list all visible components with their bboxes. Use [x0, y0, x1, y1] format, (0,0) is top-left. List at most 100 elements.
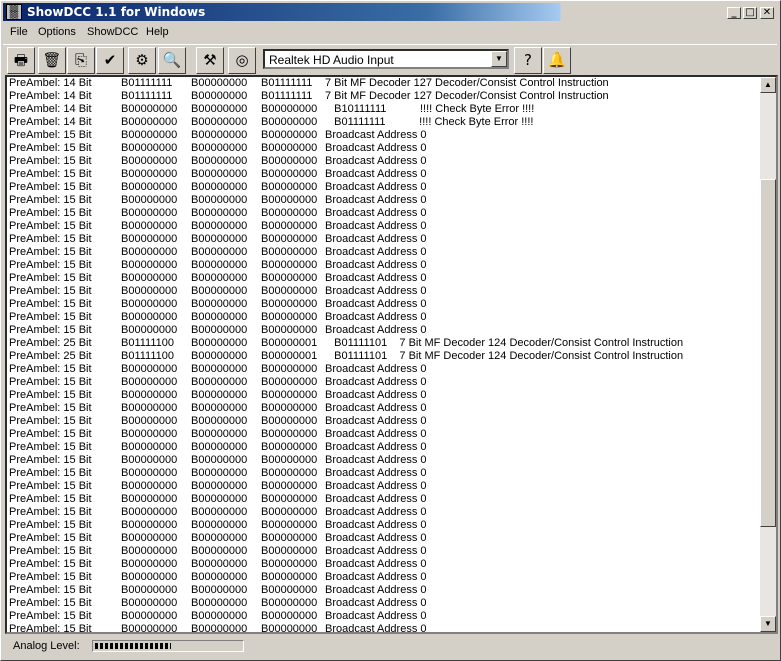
list-item[interactable]: PreAmbel: 15 Bit B00000000 B00000000 B00000… — [7, 233, 762, 246]
byte1-cell: B00000000 — [121, 376, 178, 388]
delete-button[interactable]: 🗑 — [38, 47, 66, 74]
list-item[interactable]: PreAmbel: 15 Bit B00000000 B00000000 B00000… — [7, 441, 762, 454]
find-button[interactable]: 🔍 — [158, 47, 186, 74]
list-item[interactable]: PreAmbel: 15 Bit B00000000 B00000000 B00000… — [7, 207, 762, 220]
scroll-up-button[interactable]: ▲ — [760, 77, 776, 93]
byte1-cell: B00000000 — [121, 545, 178, 557]
decoded-cell: Broadcast Address 0 — [325, 545, 427, 557]
list-item[interactable]: PreAmbel: 14 Bit B01111111 B00000000 B01111… — [7, 77, 762, 90]
list-item[interactable]: PreAmbel: 15 Bit B00000000 B00000000 B00000… — [7, 571, 762, 584]
list-item[interactable]: PreAmbel: 15 Bit B00000000 B00000000 B00000… — [7, 194, 762, 207]
list-item[interactable]: PreAmbel: 15 Bit B00000000 B00000000 B00000… — [7, 259, 762, 272]
byte3-cell: B00000000 — [261, 220, 318, 232]
preamble-cell: PreAmbel: 15 Bit — [9, 181, 92, 193]
byte1-cell: B00000000 — [121, 285, 178, 297]
byte3-cell: B00000000 — [261, 441, 318, 453]
byte1-cell: B00000000 — [121, 272, 178, 284]
list-item[interactable]: PreAmbel: 15 Bit B00000000 B00000000 B00000… — [7, 246, 762, 259]
menu-showdcc[interactable]: ShowDCC — [87, 26, 138, 38]
chevron-down-icon[interactable]: ▼ — [491, 51, 507, 67]
close-button[interactable]: ✕ — [760, 7, 774, 19]
byte2-cell: B00000000 — [191, 207, 248, 219]
list-item[interactable]: PreAmbel: 15 Bit B00000000 B00000000 B00000… — [7, 298, 762, 311]
list-item[interactable]: PreAmbel: 15 Bit B00000000 B00000000 B00000… — [7, 285, 762, 298]
packet-log-list[interactable]: PreAmbel: 14 Bit B01111111 B00000000 B01111… — [5, 75, 778, 634]
hardware-icon: ⚒ — [203, 51, 217, 69]
scroll-down-button[interactable]: ▼ — [760, 616, 776, 632]
audio-input-select[interactable]: Realtek HD Audio Input ▼ — [263, 49, 509, 69]
list-item[interactable]: PreAmbel: 15 Bit B00000000 B00000000 B00000… — [7, 402, 762, 415]
list-item[interactable]: PreAmbel: 15 Bit B00000000 B00000000 B00000… — [7, 142, 762, 155]
list-item[interactable]: PreAmbel: 15 Bit B00000000 B00000000 B00000… — [7, 272, 762, 285]
list-item[interactable]: PreAmbel: 25 Bit B01111100 B00000000 B00000… — [7, 337, 762, 350]
decoded-cell: Broadcast Address 0 — [325, 480, 427, 492]
tools-button[interactable]: ⚙ — [128, 47, 156, 74]
preamble-cell: PreAmbel: 15 Bit — [9, 207, 92, 219]
list-item[interactable]: PreAmbel: 15 Bit B00000000 B00000000 B00000… — [7, 610, 762, 623]
list-item[interactable]: PreAmbel: 15 Bit B00000000 B00000000 B00000… — [7, 155, 762, 168]
list-item[interactable]: PreAmbel: 15 Bit B00000000 B00000000 B00000… — [7, 623, 762, 634]
copy-button[interactable]: ⎘ — [67, 47, 95, 74]
list-item[interactable]: PreAmbel: 15 Bit B00000000 B00000000 B00000… — [7, 519, 762, 532]
app-icon[interactable]: ▒▒ ▒▒ — [6, 4, 22, 20]
byte3-cell: B00000000 — [261, 597, 318, 609]
byte3-cell: B01111111 — [261, 90, 313, 102]
list-item[interactable]: PreAmbel: 15 Bit B00000000 B00000000 B00000… — [7, 181, 762, 194]
hardware-button[interactable]: ⚒ — [196, 47, 224, 74]
byte1-cell: B00000000 — [121, 155, 178, 167]
title-bar[interactable]: ▒▒ ▒▒ ShowDCC 1.1 for Windows _ □ ✕ — [3, 3, 777, 21]
preamble-cell: PreAmbel: 15 Bit — [9, 415, 92, 427]
print-button[interactable]: 🖶 — [7, 47, 35, 74]
decoded-cell: Broadcast Address 0 — [325, 363, 427, 375]
help-button[interactable]: ? — [514, 47, 542, 74]
list-item[interactable]: PreAmbel: 15 Bit B00000000 B00000000 B00000… — [7, 493, 762, 506]
list-item[interactable]: PreAmbel: 15 Bit B00000000 B00000000 B00000… — [7, 129, 762, 142]
byte1-cell: B00000000 — [121, 623, 178, 634]
vertical-scrollbar[interactable]: ▲ ▼ — [760, 77, 776, 632]
menu-file[interactable]: File — [10, 26, 28, 38]
byte3-cell: B00000000 — [261, 493, 318, 505]
list-item[interactable]: PreAmbel: 14 Bit B01111111 B00000000 B01111… — [7, 90, 762, 103]
list-item[interactable]: PreAmbel: 15 Bit B00000000 B00000000 B00000… — [7, 363, 762, 376]
list-item[interactable]: PreAmbel: 15 Bit B00000000 B00000000 B00000… — [7, 480, 762, 493]
list-item[interactable]: PreAmbel: 15 Bit B00000000 B00000000 B00000… — [7, 558, 762, 571]
list-item[interactable]: PreAmbel: 14 Bit B00000000 B00000000 B00000… — [7, 116, 762, 129]
minimize-button[interactable]: _ — [727, 7, 741, 19]
byte1-cell: B00000000 — [121, 233, 178, 245]
decoded-cell: Broadcast Address 0 — [325, 467, 427, 479]
list-item[interactable]: PreAmbel: 25 Bit B01111100 B00000000 B00000… — [7, 350, 762, 363]
list-item[interactable]: PreAmbel: 15 Bit B00000000 B00000000 B00000… — [7, 220, 762, 233]
byte1-cell: B00000000 — [121, 116, 178, 128]
byte3-cell: B00000000 — [261, 311, 318, 323]
maximize-button[interactable]: □ — [743, 7, 757, 19]
scroll-thumb[interactable] — [760, 179, 776, 527]
decoded-cell: Broadcast Address 0 — [325, 324, 427, 336]
decoded-cell: 7 Bit MF Decoder 127 Decoder/Consist Con… — [325, 77, 609, 89]
record-button[interactable]: ◎ — [228, 47, 256, 74]
byte1-cell: B00000000 — [121, 103, 178, 115]
list-item[interactable]: PreAmbel: 15 Bit B00000000 B00000000 B00000… — [7, 389, 762, 402]
list-item[interactable]: PreAmbel: 15 Bit B00000000 B00000000 B00000… — [7, 467, 762, 480]
list-item[interactable]: PreAmbel: 15 Bit B00000000 B00000000 B00000… — [7, 597, 762, 610]
list-item[interactable]: PreAmbel: 15 Bit B00000000 B00000000 B00000… — [7, 454, 762, 467]
list-item[interactable]: PreAmbel: 15 Bit B00000000 B00000000 B00000… — [7, 584, 762, 597]
list-item[interactable]: PreAmbel: 15 Bit B00000000 B00000000 B00000… — [7, 428, 762, 441]
accept-button[interactable]: ✔ — [96, 47, 124, 74]
menu-options[interactable]: Options — [38, 26, 76, 38]
list-item[interactable]: PreAmbel: 15 Bit B00000000 B00000000 B00000… — [7, 532, 762, 545]
menu-help[interactable]: Help — [146, 26, 169, 38]
list-item[interactable]: PreAmbel: 15 Bit B00000000 B00000000 B00000… — [7, 506, 762, 519]
list-item[interactable]: PreAmbel: 15 Bit B00000000 B00000000 B00000… — [7, 415, 762, 428]
alert-button[interactable]: 🔔 — [543, 47, 571, 74]
byte2-cell: B00000000 — [191, 298, 248, 310]
tools-icon: ⚙ — [135, 51, 149, 69]
decoded-cell: 7 Bit MF Decoder 127 Decoder/Consist Con… — [325, 90, 609, 102]
preamble-cell: PreAmbel: 14 Bit — [9, 116, 92, 128]
list-item[interactable]: PreAmbel: 15 Bit B00000000 B00000000 B00000… — [7, 324, 762, 337]
list-item[interactable]: PreAmbel: 15 Bit B00000000 B00000000 B00000… — [7, 376, 762, 389]
list-item[interactable]: PreAmbel: 15 Bit B00000000 B00000000 B00000… — [7, 545, 762, 558]
list-item[interactable]: PreAmbel: 15 Bit B00000000 B00000000 B00000… — [7, 168, 762, 181]
list-item[interactable]: PreAmbel: 14 Bit B00000000 B00000000 B00000… — [7, 103, 762, 116]
list-item[interactable]: PreAmbel: 15 Bit B00000000 B00000000 B00000… — [7, 311, 762, 324]
byte1-cell: B01111111 — [121, 90, 173, 102]
